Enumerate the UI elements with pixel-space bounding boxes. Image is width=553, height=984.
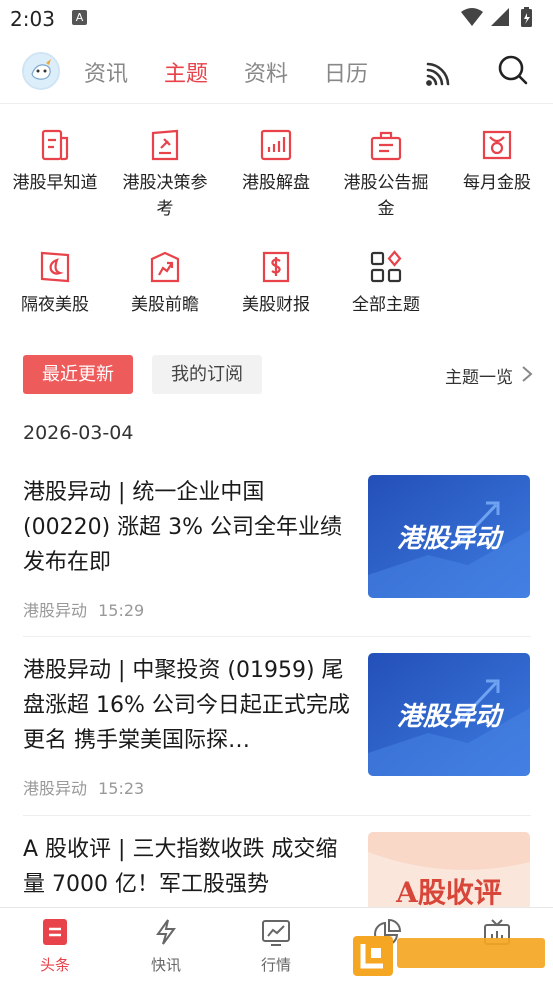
topic-us-earnings[interactable]: 美股财报 — [221, 250, 331, 318]
topic-hk-analysis[interactable]: 港股解盘 — [221, 128, 331, 196]
topic-label: 每月金股 — [463, 173, 531, 193]
bar-chart-icon — [260, 129, 292, 161]
trend-arrow-icon — [150, 251, 180, 283]
bottom-tab-label: 快讯 — [150, 956, 181, 974]
avatar[interactable] — [22, 52, 60, 90]
topic-us-outlook[interactable]: 美股前瞻 — [110, 250, 220, 318]
topic-label: 美股财报 — [242, 295, 310, 315]
bottom-tab-market[interactable]: 行情 — [241, 918, 311, 975]
divider — [23, 815, 531, 816]
article-thumbnail: 港股异动 — [368, 475, 530, 598]
article-meta: 港股异动 15:23 — [23, 775, 144, 799]
market-chart-icon — [262, 920, 290, 946]
date-header: 2026-03-04 — [23, 422, 134, 444]
topic-overview-label: 主题一览 — [445, 368, 513, 388]
topic-hk-announcements[interactable]: 港股公告掘金 — [331, 128, 441, 222]
topic-label: 港股决策参考 — [122, 173, 208, 219]
topic-label: 港股早知道 — [12, 173, 98, 193]
article-meta: 港股异动 15:29 — [23, 597, 144, 621]
moon-icon — [40, 251, 70, 283]
my-subscriptions-tab[interactable]: 我的订阅 — [152, 355, 262, 394]
topic-hk-morning[interactable]: 港股早知道 — [0, 128, 110, 196]
topic-label: 隔夜美股 — [21, 295, 89, 315]
article-item[interactable]: A 股收评 | 三大指数收跌 成交缩量 7000 亿！军工股强势 A股收评 — [23, 832, 531, 908]
bottom-tab-headlines[interactable]: 头条 — [20, 918, 90, 975]
article-thumbnail: 港股异动 — [368, 653, 530, 776]
topic-label: 美股前瞻 — [131, 295, 199, 315]
topic-us-overnight[interactable]: 隔夜美股 — [0, 250, 110, 318]
search-icon[interactable] — [497, 54, 529, 90]
watermark-logo — [353, 934, 547, 978]
chevron-right-icon — [521, 365, 533, 388]
article-source: 港股异动 — [23, 601, 88, 620]
topic-overview-link[interactable]: 主题一览 — [445, 363, 533, 388]
cast-icon[interactable] — [424, 56, 456, 92]
status-time: 2:03 — [10, 7, 55, 31]
tab-news[interactable]: 资讯 — [84, 56, 128, 88]
topic-all[interactable]: 全部主题 — [331, 250, 441, 318]
divider — [23, 636, 531, 637]
top-nav: 资讯 主题 资料 日历 — [0, 44, 553, 104]
thumbnail-text: 港股异动 — [397, 702, 505, 732]
status-icons — [459, 6, 543, 34]
document-icon — [41, 129, 69, 161]
bottom-tab-flash[interactable]: 快讯 — [131, 918, 201, 975]
gavel-icon — [151, 129, 179, 161]
headline-icon — [43, 919, 67, 945]
tab-data[interactable]: 资料 — [244, 56, 288, 88]
topic-hk-decision[interactable]: 港股决策参考 — [110, 128, 220, 222]
thumbnail-text: A股收评 — [395, 876, 502, 908]
thumbnail-text: 港股异动 — [397, 524, 505, 554]
article-title: 港股异动 | 统一企业中国 (00220) 涨超 3% 公司全年业绩发布在即 — [23, 480, 343, 575]
topic-label: 港股解盘 — [242, 173, 310, 193]
article-thumbnail: A股收评 — [368, 832, 530, 908]
notification-icon: A — [72, 10, 87, 25]
grid-icon — [370, 250, 402, 283]
bottom-tab-label: 头条 — [39, 956, 70, 974]
topic-label: 港股公告掘金 — [343, 173, 429, 219]
bottom-tab-label: 行情 — [260, 956, 291, 974]
lightning-icon — [156, 919, 176, 945]
taurus-icon — [482, 130, 512, 160]
tab-topics[interactable]: 主题 — [164, 56, 208, 88]
wifi-signal-battery-icon — [461, 7, 532, 27]
briefcase-icon — [370, 131, 402, 161]
status-bar: 2:03 A — [0, 0, 553, 38]
article-time: 15:23 — [98, 779, 145, 798]
latest-updates-tab[interactable]: 最近更新 — [23, 355, 133, 394]
article-item[interactable]: 港股异动 | 统一企业中国 (00220) 涨超 3% 公司全年业绩发布在即 港… — [23, 475, 531, 625]
topic-monthly-stocks[interactable]: 每月金股 — [442, 128, 552, 196]
tab-calendar[interactable]: 日历 — [324, 56, 368, 88]
article-item[interactable]: 港股异动 | 中聚投资 (01959) 尾盘涨超 16% 公司今日起正式完成更名… — [23, 653, 531, 803]
article-title: A 股收评 | 三大指数收跌 成交缩量 7000 亿！军工股强势 — [23, 837, 338, 897]
dollar-doc-icon — [262, 251, 290, 283]
article-title: 港股异动 | 中聚投资 (01959) 尾盘涨超 16% 公司今日起正式完成更名… — [23, 658, 350, 753]
article-time: 15:29 — [98, 601, 145, 620]
article-source: 港股异动 — [23, 779, 88, 798]
topic-label: 全部主题 — [352, 295, 420, 315]
